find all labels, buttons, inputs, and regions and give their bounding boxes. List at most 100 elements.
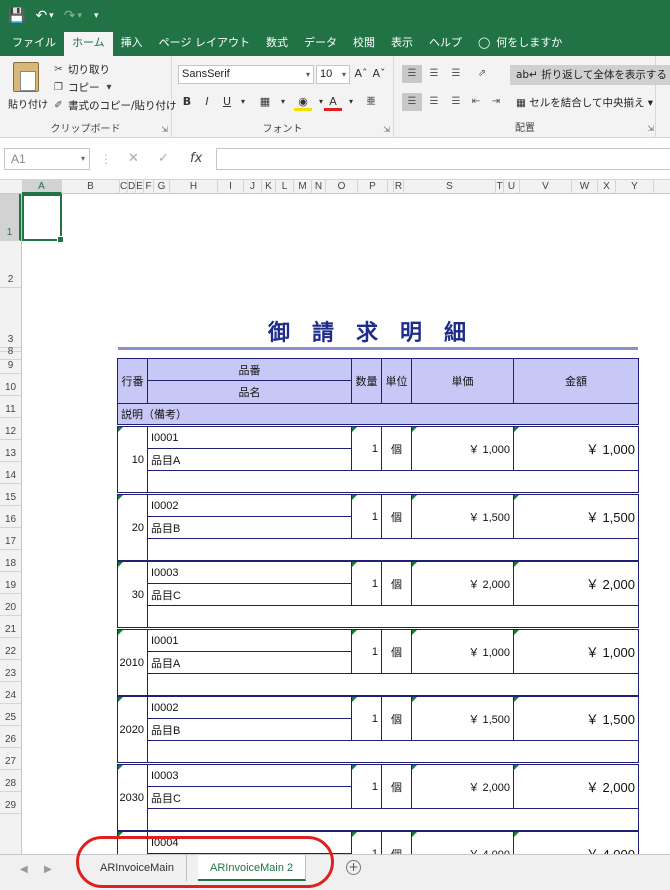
row-header-9[interactable]: 9 [0, 360, 21, 374]
description-cell[interactable] [147, 605, 639, 628]
row-header-26[interactable]: 26 [0, 726, 21, 748]
amount-cell[interactable]: ￥ 1,500 [513, 696, 639, 741]
item-name-cell[interactable]: 品目A [147, 651, 352, 674]
sheet-tab-arinvoicemain[interactable]: ARInvoiceMain [88, 855, 187, 881]
align-center-icon[interactable]: ☰ [424, 93, 444, 111]
row-header-20[interactable]: 20 [0, 594, 21, 616]
dialog-launcher-icon[interactable]: ⇲ [383, 125, 390, 134]
bold-icon[interactable]: B [178, 93, 196, 111]
tab-home[interactable]: ホーム [64, 32, 113, 56]
column-header-j[interactable]: J [244, 180, 262, 194]
row-header-29[interactable]: 29 [0, 792, 21, 814]
row-header-17[interactable]: 17 [0, 528, 21, 550]
item-code-cell[interactable]: I0001 [147, 426, 352, 449]
line-no-cell[interactable]: 2020 [117, 696, 148, 763]
enter-icon[interactable]: ✓ [158, 151, 169, 166]
item-code-cell[interactable]: I0003 [147, 561, 352, 584]
unit-cell[interactable]: 個 [381, 561, 412, 606]
unit-price-cell[interactable]: ￥ 4,000 [411, 831, 514, 854]
phonetic-icon[interactable]: 亜 [362, 93, 380, 111]
row-header-3[interactable]: 3 [0, 288, 21, 348]
fill-color-icon[interactable]: ◉ [294, 93, 312, 111]
font-name-select[interactable]: SansSerif ▾ [178, 65, 314, 84]
unit-price-cell[interactable]: ￥ 1,500 [411, 696, 514, 741]
unit-price-cell[interactable]: ￥ 1,000 [411, 426, 514, 471]
row-header-2[interactable]: 2 [0, 241, 21, 288]
line-no-cell[interactable] [117, 831, 148, 854]
column-header-y[interactable]: Y [616, 180, 654, 194]
add-sheet-icon[interactable]: + [346, 860, 361, 875]
row-header-25[interactable]: 25 [0, 704, 21, 726]
tell-me-search[interactable]: ◯ 何をしますか [470, 32, 570, 56]
header-amount[interactable]: 金額 [513, 358, 639, 404]
align-middle-icon[interactable]: ☰ [424, 65, 444, 83]
description-cell[interactable] [147, 538, 639, 561]
line-no-cell[interactable]: 2030 [117, 764, 148, 831]
unit-price-cell[interactable]: ￥ 2,000 [411, 764, 514, 809]
font-color-icon[interactable]: A [324, 93, 342, 111]
row-header-1[interactable]: 1 [0, 194, 21, 241]
column-header-t[interactable]: T [496, 180, 504, 194]
description-cell[interactable] [147, 808, 639, 831]
column-header-p[interactable]: P [358, 180, 388, 194]
header-line-no[interactable]: 行番 [117, 358, 148, 404]
item-code-cell[interactable]: I0004 [147, 831, 352, 854]
unit-cell[interactable]: 個 [381, 831, 412, 854]
column-header-o[interactable]: O [326, 180, 358, 194]
unit-cell[interactable]: 個 [381, 696, 412, 741]
name-box[interactable]: A1 ▾ [4, 148, 90, 170]
cut-button[interactable]: ✂ 切り取り [52, 62, 110, 77]
orientation-icon[interactable]: ⇗ [472, 65, 492, 83]
column-header-g[interactable]: G [154, 180, 170, 194]
row-header-14[interactable]: 14 [0, 462, 21, 484]
scroll-right-icon[interactable]: ▶ [44, 864, 52, 875]
row-header-11[interactable]: 11 [0, 396, 21, 418]
italic-icon[interactable]: I [198, 93, 216, 111]
qty-cell[interactable]: 1 [351, 696, 382, 741]
header-unit[interactable]: 単位 [381, 358, 412, 404]
column-header-u[interactable]: U [504, 180, 520, 194]
tab-file[interactable]: ファイル [4, 32, 64, 56]
column-header-b[interactable]: B [62, 180, 120, 194]
header-qty[interactable]: 数量 [351, 358, 382, 404]
item-code-cell[interactable]: I0003 [147, 764, 352, 787]
save-icon[interactable]: 💾 [8, 8, 25, 24]
row-header-21[interactable]: 21 [0, 616, 21, 638]
item-code-cell[interactable]: I0002 [147, 494, 352, 517]
column-header-d[interactable]: D [128, 180, 136, 194]
row-header-23[interactable]: 23 [0, 660, 21, 682]
wrap-text-button[interactable]: ab↵ 折り返して全体を表示する [510, 65, 670, 85]
item-name-cell[interactable]: 品目B [147, 718, 352, 741]
qty-cell[interactable]: 1 [351, 629, 382, 674]
item-code-cell[interactable]: I0002 [147, 696, 352, 719]
unit-price-cell[interactable]: ￥ 2,000 [411, 561, 514, 606]
grow-font-icon[interactable]: Aˆ [352, 65, 370, 83]
line-no-cell[interactable]: 20 [117, 494, 148, 561]
customize-quick-access-icon[interactable]: ▾ [92, 11, 99, 21]
description-cell[interactable] [147, 740, 639, 763]
item-name-cell[interactable]: 品目C [147, 786, 352, 809]
header-unit-price[interactable]: 単価 [411, 358, 514, 404]
column-header-r[interactable]: R [394, 180, 404, 194]
qty-cell[interactable]: 1 [351, 831, 382, 854]
column-header-k[interactable]: K [262, 180, 276, 194]
align-top-icon[interactable]: ☰ [402, 65, 422, 83]
column-header-x[interactable]: X [598, 180, 616, 194]
undo-icon[interactable]: ↶ ▾ [35, 8, 53, 24]
amount-cell[interactable]: ￥ 2,000 [513, 561, 639, 606]
column-header-s[interactable]: S [404, 180, 496, 194]
worksheet-grid[interactable]: ABCDEFGHIJKLMNOPRSTUVWXY 1 2 3 8 9 10 11 12 13 14… [0, 180, 670, 854]
column-header-f[interactable]: F [144, 180, 154, 194]
amount-cell[interactable]: ￥ 2,000 [513, 764, 639, 809]
merge-center-button[interactable]: ▦ セルを結合して中央揃え ▾ [510, 93, 659, 113]
chevron-down-icon[interactable]: ▾ [342, 93, 360, 111]
column-header-a[interactable]: A [22, 180, 62, 194]
tab-data[interactable]: データ [296, 32, 345, 56]
header-item-code[interactable]: 品番 [147, 358, 352, 381]
unit-price-cell[interactable]: ￥ 1,000 [411, 629, 514, 674]
row-header-18[interactable]: 18 [0, 550, 21, 572]
column-header-h[interactable]: H [170, 180, 218, 194]
dialog-launcher-icon[interactable]: ⇲ [647, 124, 654, 133]
tab-page-layout[interactable]: ページ レイアウト [151, 32, 258, 56]
unit-cell[interactable]: 個 [381, 764, 412, 809]
